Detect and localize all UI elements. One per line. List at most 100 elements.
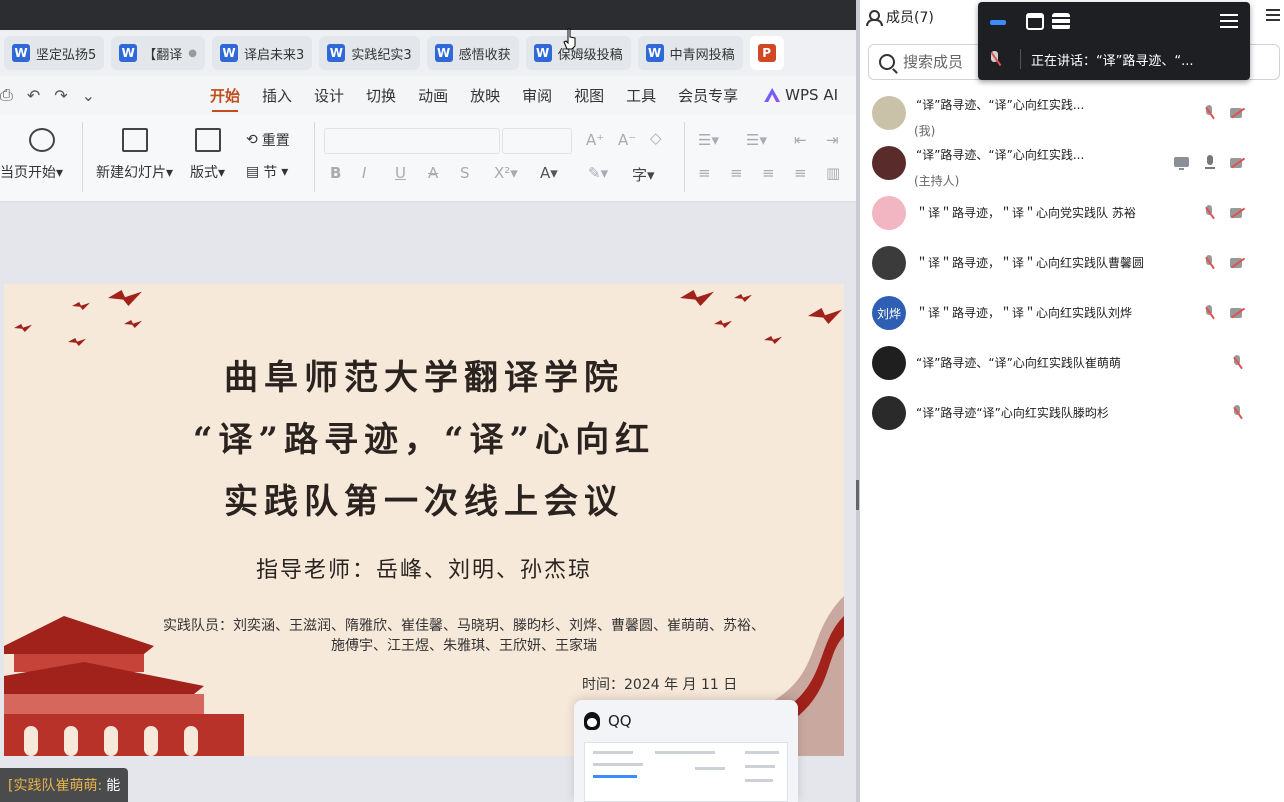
doc-tab-7[interactable]: W 中青网投稿	[637, 36, 743, 70]
mic-muted-icon[interactable]	[1204, 105, 1214, 120]
member-row[interactable]: ＂译＂路寻迹，＂译＂心向党实践队 苏裕	[860, 196, 1284, 244]
bullets-icon[interactable]: ☰▾	[698, 131, 719, 149]
underline-icon[interactable]: U	[395, 164, 406, 182]
align-right-icon[interactable]: ≡	[762, 164, 775, 182]
superscript-icon[interactable]: X²▾	[494, 164, 518, 182]
doc-tab-6[interactable]: W 保姆级投稿	[525, 36, 631, 70]
menu-tab-design[interactable]: 设计	[314, 79, 344, 112]
new-slide-button[interactable]: 新建幻灯片▾	[96, 128, 173, 182]
undo-icon[interactable]: ↶	[27, 86, 40, 105]
increase-font-icon[interactable]: A⁺	[586, 131, 604, 149]
phonetic-icon[interactable]: 字▾	[632, 164, 655, 185]
member-row[interactable]: 刘烨 ＂译＂路寻迹，＂译＂心向红实践队刘烨	[860, 296, 1284, 344]
window-mode-icon[interactable]	[1026, 13, 1044, 30]
mic-muted-icon[interactable]	[988, 51, 1002, 67]
decrease-font-icon[interactable]: A⁻	[618, 131, 636, 149]
reset-button[interactable]: ⟲ 重置	[246, 130, 290, 150]
screen-share-icon[interactable]	[1174, 155, 1190, 171]
mic-muted-icon[interactable]	[1232, 405, 1242, 420]
avatar	[872, 146, 906, 180]
align-left-icon[interactable]: ≡	[698, 164, 711, 182]
slide[interactable]: 曲阜师范大学翻译学院 “译”路寻迹，“译”心向红 实践队第一次线上会议 指导老师…	[4, 284, 844, 756]
doc-tab-label: 【翻译	[143, 47, 183, 63]
word-icon: W	[327, 44, 346, 62]
shadow-icon[interactable]: S	[460, 164, 470, 182]
doc-tab-3[interactable]: W 译启未来3	[212, 36, 313, 70]
camera-off-icon[interactable]	[1230, 105, 1246, 121]
mic-muted-icon[interactable]	[1204, 305, 1214, 320]
member-row[interactable]: “译”路寻迹、“译”心向红实践... (主持人)	[860, 146, 1284, 194]
wps-ai-logo-icon	[764, 88, 781, 102]
doc-tab-ppt-active[interactable]: P	[749, 36, 784, 70]
menu-tab-review[interactable]: 审阅	[522, 79, 552, 112]
doc-tab-1[interactable]: W 坚定弘扬5	[4, 36, 105, 70]
splitter-grip-icon[interactable]	[856, 480, 859, 510]
member-row[interactable]: “译”路寻迹、“译”心向红实践... (我)	[860, 96, 1284, 144]
member-row[interactable]: “译”路寻迹“译”心向红实践队滕昀杉	[860, 396, 1284, 444]
increase-indent-icon[interactable]: ⇥	[826, 131, 839, 149]
menu-tab-home[interactable]: 开始	[210, 79, 240, 112]
layout-button[interactable]: 版式▾	[190, 128, 225, 182]
hand-cursor-icon	[563, 28, 576, 50]
camera-off-icon[interactable]	[1230, 305, 1246, 321]
reset-icon: ⟲	[246, 132, 258, 148]
play-from-current-button[interactable]: 当页开始▾	[0, 128, 63, 182]
camera-off-icon[interactable]	[1230, 205, 1246, 221]
layout-icon	[194, 128, 221, 152]
font-size-select[interactable]	[502, 128, 572, 154]
doc-tab-4[interactable]: W 实践纪实3	[319, 36, 420, 70]
member-row[interactable]: ＂译＂路寻迹，＂译＂心向红实践队曹馨圆	[860, 246, 1284, 294]
bird-decoration-icon	[14, 324, 32, 332]
mic-icon[interactable]	[1204, 155, 1220, 171]
italic-icon[interactable]: I	[362, 164, 366, 182]
member-name: ＂译＂路寻迹，＂译＂心向红实践队曹馨圆	[916, 256, 1145, 270]
distribute-icon[interactable]: ▥	[826, 164, 840, 182]
panel-menu-icon[interactable]	[1266, 9, 1280, 21]
avatar	[872, 346, 906, 380]
font-family-select[interactable]	[324, 128, 500, 154]
member-row[interactable]: “译”路寻迹、“译”心向红实践队崔萌萌	[860, 346, 1284, 394]
menu-tab-slideshow[interactable]: 放映	[470, 79, 500, 112]
menu-tab-view[interactable]: 视图	[574, 79, 604, 112]
list-mode-icon[interactable]	[1052, 13, 1070, 30]
clear-format-icon[interactable]: ◇	[650, 129, 662, 147]
redo-icon[interactable]: ↷	[54, 86, 67, 105]
chat-overlay-message: [实践队崔萌萌: 能	[0, 768, 129, 802]
numbering-icon[interactable]: ☰▾	[746, 131, 767, 149]
menu-tab-animation[interactable]: 动画	[418, 79, 448, 112]
align-center-icon[interactable]: ≡	[730, 164, 743, 182]
mic-muted-icon[interactable]	[1204, 205, 1214, 220]
qq-taskbar-preview[interactable]: QQ	[574, 700, 798, 802]
bold-icon[interactable]: B	[330, 164, 341, 182]
camera-off-icon[interactable]	[1230, 155, 1246, 171]
minimize-icon[interactable]	[990, 20, 1006, 25]
bird-decoration-icon	[124, 320, 142, 328]
menu-tab-transition[interactable]: 切换	[366, 79, 396, 112]
font-color-icon[interactable]: A▾	[540, 164, 558, 182]
menu-tab-member[interactable]: 会员专享	[678, 79, 738, 112]
collapse-panel-icon[interactable]	[1220, 14, 1238, 28]
slide-teachers: 指导老师：岳峰、刘明、孙杰琼	[255, 558, 592, 583]
search-icon	[879, 54, 895, 70]
strikethrough-icon[interactable]: A	[428, 164, 438, 182]
quick-access-toolbar: ⎙ ↶ ↷ ⌄	[0, 85, 210, 105]
doc-tab-2[interactable]: W 【翻译 ●	[111, 36, 206, 70]
menu-tab-insert[interactable]: 插入	[262, 79, 292, 112]
tiananmen-illustration	[4, 616, 244, 756]
print-preview-icon[interactable]: ⎙	[0, 85, 13, 105]
chevron-down-icon[interactable]: ⌄	[82, 86, 95, 105]
mic-muted-icon[interactable]	[1204, 255, 1214, 270]
doc-tab-5[interactable]: W 感悟收获	[426, 36, 519, 70]
members-icon	[866, 10, 883, 26]
justify-icon[interactable]: ≡	[794, 164, 807, 182]
mic-muted-icon[interactable]	[1232, 355, 1242, 370]
meeting-float-bar[interactable]: 正在讲话：“译”路寻迹、“...	[978, 2, 1250, 80]
decrease-indent-icon[interactable]: ⇤	[794, 131, 807, 149]
camera-off-icon[interactable]	[1230, 255, 1246, 271]
section-button[interactable]: ▤ 节 ▾	[246, 162, 288, 182]
title-bar	[0, 0, 856, 30]
ppt-icon: P	[757, 44, 776, 62]
highlight-icon[interactable]: ✎▾	[588, 164, 608, 182]
wps-ai-button[interactable]: WPS AI	[764, 86, 838, 104]
menu-tab-tools[interactable]: 工具	[626, 79, 656, 112]
